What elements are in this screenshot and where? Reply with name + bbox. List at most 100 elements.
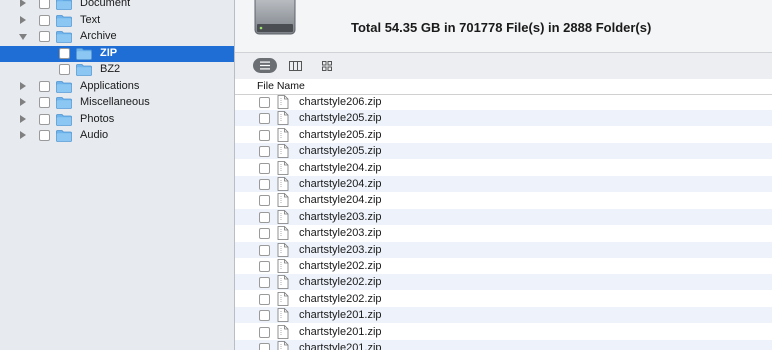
column-header-label: File Name [257,80,305,92]
sidebar-item-miscellaneous[interactable]: Miscellaneous [0,95,234,111]
disclosure-collapsed-icon[interactable] [20,131,26,139]
folder-icon [56,97,72,109]
file-name: chartstyle206.zip [299,96,382,108]
document-icon [277,193,289,208]
sidebar-item-checkbox[interactable] [39,130,50,141]
sidebar-item-zip[interactable]: ZIP [0,45,234,62]
folder-icon [56,0,72,10]
sidebar-item-checkbox[interactable] [59,64,70,75]
sidebar-item-text[interactable]: Text [0,13,234,29]
view-toolbar [235,52,772,80]
document-icon [277,275,289,290]
file-row[interactable]: chartstyle201.zip [235,340,772,350]
file-checkbox[interactable] [259,244,270,256]
file-checkbox[interactable] [259,326,270,338]
file-row[interactable]: chartstyle202.zip [235,258,772,274]
file-name-column-header[interactable]: File Name [235,79,772,95]
icon-view-icon [322,60,332,71]
file-name: chartstyle203.zip [299,210,382,223]
file-checkbox[interactable] [259,310,270,322]
file-row[interactable]: chartstyle203.zip [235,208,772,225]
file-row[interactable]: chartstyle205.zip [235,127,772,143]
file-checkbox[interactable] [259,179,270,190]
disclosure-collapsed-icon[interactable] [20,0,26,7]
document-icon [277,209,289,224]
disclosure-collapsed-icon[interactable] [20,15,26,24]
file-row[interactable]: chartstyle201.zip [235,324,772,340]
document-icon [277,324,289,339]
file-name: chartstyle203.zip [299,227,382,240]
list-view-button[interactable] [253,58,277,73]
file-name: chartstyle203.zip [299,243,382,256]
file-row[interactable]: chartstyle206.zip [235,94,772,110]
file-checkbox[interactable] [259,293,270,305]
sidebar-item-label: Audio [80,129,109,141]
disclosure-collapsed-icon[interactable] [20,81,26,90]
file-checkbox[interactable] [259,228,270,240]
column-view-button[interactable] [283,58,307,73]
folder-icon [56,14,72,27]
folder-icon [56,80,72,93]
document-icon [277,226,289,241]
file-name: chartstyle201.zip [299,309,382,322]
sidebar-item-checkbox[interactable] [39,14,50,26]
folder-icon [56,113,72,126]
document-icon [277,291,289,306]
disclosure-collapsed-icon[interactable] [20,98,26,106]
sidebar-item-checkbox[interactable] [59,47,70,59]
sidebar-item-label: BZ2 [100,63,121,75]
icon-view-button[interactable] [315,58,339,73]
file-row[interactable]: chartstyle203.zip [235,225,772,241]
file-name: chartstyle205.zip [299,128,382,141]
disclosure-expanded-icon[interactable] [19,34,27,40]
file-checkbox[interactable] [259,211,270,223]
file-row[interactable]: chartstyle205.zip [235,110,772,127]
sidebar-item-audio[interactable]: Audio [0,128,234,144]
file-name: chartstyle201.zip [299,325,382,338]
file-name: chartstyle204.zip [299,178,382,190]
sidebar-item-photos[interactable]: Photos [0,112,234,128]
file-checkbox[interactable] [259,261,270,272]
sidebar-item-label: Document [80,0,131,9]
sidebar-item-label: Archive [80,30,117,42]
sidebar-item-checkbox[interactable] [39,31,50,42]
file-name: chartstyle202.zip [299,260,382,272]
file-checkbox[interactable] [259,113,270,125]
disclosure-collapsed-icon[interactable] [20,114,26,123]
file-name: chartstyle202.zip [299,276,382,289]
file-row[interactable]: chartstyle204.zip [235,160,772,176]
document-icon [277,111,289,126]
document-icon [277,259,289,273]
file-checkbox[interactable] [259,162,270,174]
file-checkbox[interactable] [259,146,270,158]
sidebar-item-document[interactable]: Document [0,0,234,12]
file-row[interactable]: chartstyle204.zip [235,192,772,208]
file-checkbox[interactable] [259,97,270,108]
sidebar-item-checkbox[interactable] [39,97,50,108]
file-checkbox[interactable] [259,129,270,141]
file-row[interactable]: chartstyle203.zip [235,241,772,258]
sidebar-item-archive[interactable]: Archive [0,29,234,45]
file-row[interactable]: chartstyle202.zip [235,274,772,291]
hard-drive-icon [253,0,297,38]
folder-icon [76,64,92,76]
file-checkbox[interactable] [259,277,270,289]
file-row[interactable]: chartstyle204.zip [235,176,772,192]
file-name: chartstyle205.zip [299,112,382,125]
file-name: chartstyle204.zip [299,194,382,207]
file-row[interactable]: chartstyle202.zip [235,291,772,307]
sidebar-item-bz2[interactable]: BZ2 [0,62,234,78]
sidebar-item-applications[interactable]: Applications [0,79,234,95]
sidebar-item-checkbox[interactable] [39,113,50,125]
sidebar-item-checkbox[interactable] [39,0,50,9]
file-row[interactable]: chartstyle205.zip [235,143,772,160]
sidebar-item-checkbox[interactable] [39,80,50,92]
file-checkbox[interactable] [259,343,270,350]
list-view-icon [260,61,270,70]
file-name: chartstyle204.zip [299,161,382,174]
file-name: chartstyle205.zip [299,145,382,158]
folder-icon [56,31,72,43]
file-checkbox[interactable] [259,195,270,207]
folder-icon [76,47,92,60]
file-row[interactable]: chartstyle201.zip [235,307,772,324]
